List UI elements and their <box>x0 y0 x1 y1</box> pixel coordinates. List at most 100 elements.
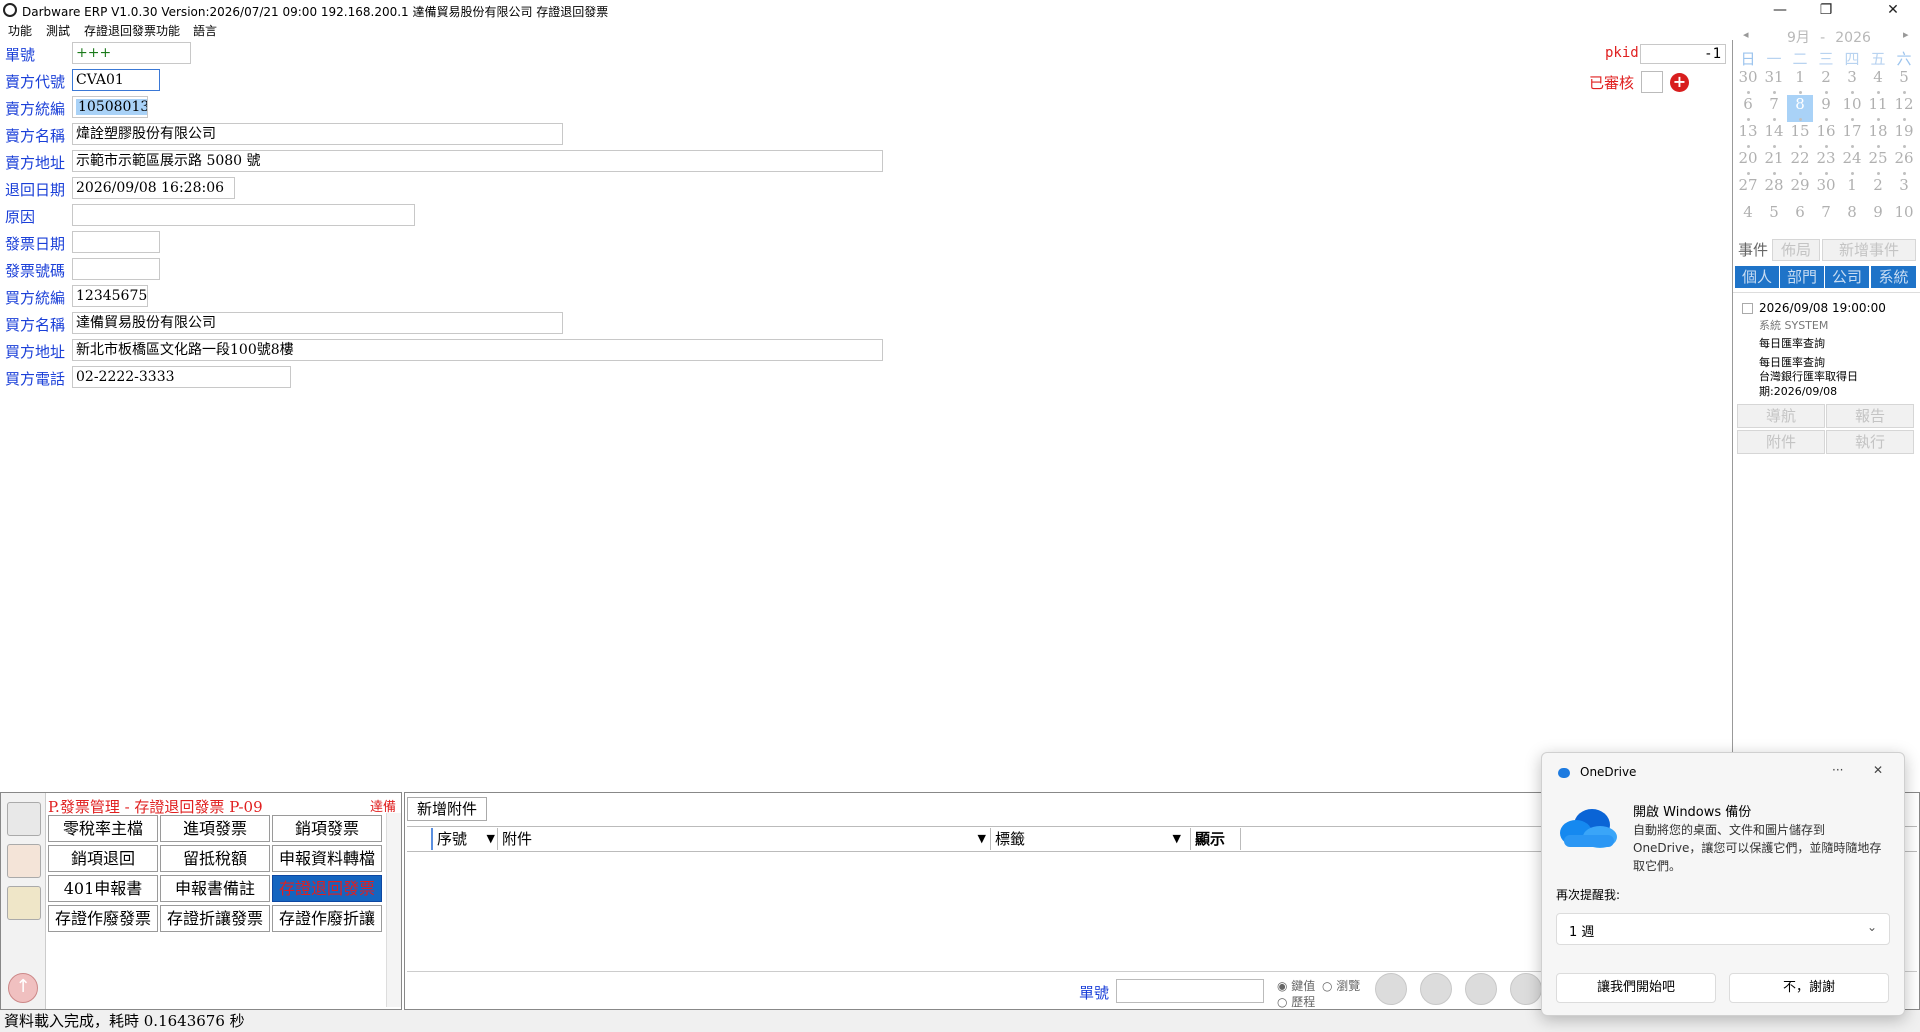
radio-history[interactable]: ○ 歷程 <box>1277 993 1315 1010</box>
calendar-day[interactable]: 13 <box>1735 122 1761 149</box>
calendar-day[interactable]: 17 <box>1839 122 1865 149</box>
plus-circle-icon[interactable]: + <box>1670 73 1689 92</box>
menu-return-invoice-functions[interactable]: 存證退回發票功能 <box>84 22 180 40</box>
calendar-day[interactable]: 19 <box>1891 122 1917 149</box>
calendar-day[interactable]: 1 <box>1839 176 1865 203</box>
calendar-day[interactable]: 24 <box>1839 149 1865 176</box>
calendar-day[interactable]: 20 <box>1735 149 1761 176</box>
approved-checkbox[interactable] <box>1641 71 1663 93</box>
calendar-day[interactable]: 22 <box>1787 149 1813 176</box>
calendar-day[interactable]: 9 <box>1813 95 1839 122</box>
module-button[interactable]: 進項發票 <box>160 815 270 842</box>
calendar-day[interactable]: 30 <box>1813 176 1839 203</box>
report-button[interactable]: 報告 <box>1826 404 1914 428</box>
calendar-day[interactable]: 4 <box>1735 203 1761 230</box>
calendar-day[interactable]: 10 <box>1891 203 1917 230</box>
col-attachment[interactable]: 附件 ▼ <box>497 828 990 850</box>
module-button[interactable]: 存證作廢發票 <box>48 905 158 932</box>
prev-month-icon[interactable]: ◂ <box>1743 28 1749 41</box>
calendar-day[interactable]: 7 <box>1813 203 1839 230</box>
calendar-day[interactable]: 31 <box>1761 68 1787 95</box>
calendar-day[interactable]: 30 <box>1735 68 1761 95</box>
filter-icon[interactable]: ▼ <box>1173 828 1181 850</box>
calendar-day[interactable]: 23 <box>1813 149 1839 176</box>
event-datetime[interactable]: 2026/09/08 19:00:00 <box>1759 301 1886 315</box>
module-button[interactable]: 銷項退回 <box>48 845 158 872</box>
user-icon[interactable] <box>7 844 41 878</box>
module-button[interactable]: 401申報書 <box>48 875 158 902</box>
pkid-field[interactable]: -1 <box>1640 44 1726 64</box>
module-button[interactable]: 存證退回發票 <box>272 875 382 902</box>
module-button[interactable]: 留抵稅額 <box>160 845 270 872</box>
document-icon[interactable] <box>7 802 41 836</box>
calendar-day[interactable]: 10 <box>1839 95 1865 122</box>
calendar-day[interactable]: 1 <box>1787 68 1813 95</box>
seller-address-field[interactable]: 示範市示範區展示路 5080 號 <box>72 150 883 172</box>
reason-field[interactable] <box>72 204 415 226</box>
module-button[interactable]: 存證折讓發票 <box>160 905 270 932</box>
seller-code-field[interactable]: CVA01 <box>72 69 160 91</box>
seller-name-field[interactable]: 煒詮塑膠股份有限公司 <box>72 123 563 145</box>
calendar-day[interactable]: 3 <box>1839 68 1865 95</box>
col-display[interactable]: 顯示 <box>1190 828 1241 850</box>
folder-icon[interactable] <box>7 886 41 920</box>
more-options-icon[interactable]: ··· <box>1832 763 1843 777</box>
attachment-button[interactable]: 附件 <box>1737 430 1825 454</box>
calendar-day[interactable]: 3 <box>1891 176 1917 203</box>
menu-function[interactable]: 功能 <box>8 22 32 40</box>
calendar-day[interactable]: 28 <box>1761 176 1787 203</box>
calendar-day[interactable]: 18 <box>1865 122 1891 149</box>
calendar-day[interactable]: 25 <box>1865 149 1891 176</box>
menu-language[interactable]: 語言 <box>193 22 217 40</box>
radio-key[interactable]: ◉ 鍵值 <box>1277 977 1315 994</box>
calendar-day[interactable]: 27 <box>1735 176 1761 203</box>
calendar-day[interactable]: 11 <box>1865 95 1891 122</box>
module-scrollbar[interactable] <box>386 813 401 1007</box>
no-thanks-button[interactable]: 不，謝謝 <box>1729 973 1889 1003</box>
invoice-no-field[interactable] <box>72 258 160 280</box>
return-date-field[interactable]: 2026/09/08 16:28:06 <box>72 177 235 199</box>
buyer-tax-id-field[interactable]: 12345675 <box>72 285 148 307</box>
calendar-day[interactable]: 5 <box>1891 68 1917 95</box>
first-record-icon[interactable] <box>1375 973 1407 1005</box>
scope-system-tab[interactable]: 系統 <box>1871 266 1916 288</box>
next-record-icon[interactable] <box>1510 973 1542 1005</box>
calendar-day[interactable]: 15 <box>1787 122 1813 149</box>
buyer-phone-field[interactable]: 02-2222-3333 <box>72 366 291 388</box>
radio-browse[interactable]: ○ 瀏覽 <box>1322 977 1360 994</box>
restore-button[interactable]: ❐ <box>1803 0 1849 22</box>
calendar-day[interactable]: 29 <box>1787 176 1813 203</box>
close-icon[interactable]: ✕ <box>1873 763 1883 777</box>
next-month-icon[interactable]: ▸ <box>1903 28 1909 41</box>
add-event-button[interactable]: 新增事件 <box>1822 239 1916 261</box>
calendar-day[interactable]: 6 <box>1735 95 1761 122</box>
invoice-date-field[interactable] <box>72 231 160 253</box>
calendar-day[interactable]: 2 <box>1813 68 1839 95</box>
calendar-year[interactable]: 2026 <box>1835 30 1871 46</box>
buyer-address-field[interactable]: 新北市板橋區文化路一段100號8樓 <box>72 339 883 361</box>
calendar-day[interactable]: 9 <box>1865 203 1891 230</box>
calendar-day[interactable]: 12 <box>1891 95 1917 122</box>
scope-department-tab[interactable]: 部門 <box>1780 266 1824 288</box>
calendar-day[interactable]: 14 <box>1761 122 1787 149</box>
calendar-day[interactable]: 2 <box>1865 176 1891 203</box>
close-button[interactable]: ✕ <box>1870 0 1916 22</box>
calendar-day[interactable]: 8 <box>1839 203 1865 230</box>
module-button[interactable]: 零稅率主檔 <box>48 815 158 842</box>
calendar-day[interactable]: 6 <box>1787 203 1813 230</box>
events-tab[interactable]: 事件 <box>1736 239 1770 261</box>
remind-select[interactable]: 1 週 ⌄ <box>1556 913 1890 945</box>
module-button[interactable]: 申報書備註 <box>160 875 270 902</box>
scope-personal-tab[interactable]: 個人 <box>1735 266 1779 288</box>
scope-company-tab[interactable]: 公司 <box>1825 266 1869 288</box>
module-button[interactable]: 存證作廢折讓 <box>272 905 382 932</box>
calendar-day[interactable]: 5 <box>1761 203 1787 230</box>
calendar-day[interactable]: 8 <box>1787 95 1813 122</box>
calendar-day[interactable]: 4 <box>1865 68 1891 95</box>
lets-start-button[interactable]: 讓我們開始吧 <box>1556 973 1716 1003</box>
calendar-day[interactable]: 16 <box>1813 122 1839 149</box>
filter-icon[interactable]: ▼ <box>978 828 986 850</box>
menu-test[interactable]: 測試 <box>46 22 70 40</box>
col-tag[interactable]: 標籤 ▼ <box>990 828 1185 850</box>
execute-button[interactable]: 執行 <box>1826 430 1914 454</box>
